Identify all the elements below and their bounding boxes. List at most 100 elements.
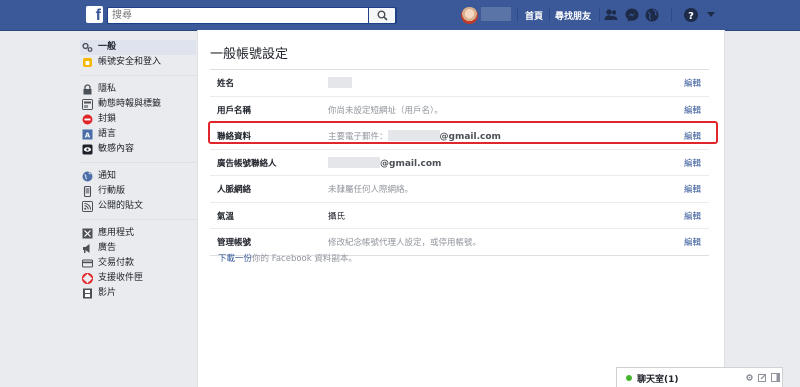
friend-requests-icon[interactable] bbox=[603, 7, 619, 23]
settings-row-networks[interactable]: 人脈網絡 未隸屬任何人際網絡。 編輯 bbox=[210, 176, 709, 203]
sidebar-item-label: 敏感內容 bbox=[98, 144, 135, 154]
mobile-icon bbox=[83, 186, 92, 197]
sidebar-item-privacy[interactable]: 隱私 bbox=[80, 82, 196, 97]
email-prefix: 主要電子郵件： bbox=[328, 132, 388, 142]
sidebar-item-general[interactable]: 一般 bbox=[80, 40, 196, 55]
online-status-dot bbox=[626, 375, 632, 381]
sidebar-item-label: 帳號安全和登入 bbox=[98, 57, 162, 67]
help-icon[interactable]: ? bbox=[683, 7, 699, 23]
sidebar-item-sensitive-content[interactable]: 敏感內容 bbox=[80, 142, 196, 157]
eye-icon bbox=[82, 144, 93, 155]
search-button[interactable] bbox=[368, 7, 396, 24]
row-label: 人脈網絡 bbox=[217, 185, 252, 195]
caret-down-icon[interactable] bbox=[706, 9, 716, 19]
nav-divider bbox=[599, 8, 600, 22]
email-redacted bbox=[328, 156, 380, 168]
email-domain: @gmail.com bbox=[439, 132, 501, 142]
general-settings-panel: 一般帳號設定 姓名 編輯 用戶名稱 你尚未設定短網址（用戶名）。 編輯 聯絡資料… bbox=[197, 30, 725, 387]
page-title: 一般帳號設定 bbox=[210, 47, 289, 62]
settings-row-ad-account-contact[interactable]: 廣告帳號聯絡人 @gmail.com 編輯 bbox=[210, 150, 709, 176]
row-value: @gmail.com bbox=[328, 156, 441, 169]
row-value: 修改紀念帳號代理人設定，或停用帳號。 bbox=[328, 238, 482, 248]
timeline-icon bbox=[82, 99, 93, 110]
sidebar-item-label: 廣告 bbox=[98, 243, 117, 253]
find-friends-link[interactable]: 尋找朋友 bbox=[555, 9, 591, 22]
globe-notifications-icon[interactable] bbox=[644, 7, 660, 23]
sidebar-divider bbox=[80, 219, 196, 220]
sidebar-item-blocking[interactable]: 封鎖 bbox=[80, 112, 196, 127]
sidebar-item-label: 行動版 bbox=[98, 186, 126, 196]
row-label: 氣溫 bbox=[217, 211, 235, 222]
edit-link[interactable]: 編輯 bbox=[684, 77, 701, 89]
compose-icon[interactable] bbox=[758, 373, 767, 382]
ads-icon bbox=[83, 244, 90, 253]
sidebar-item-label: 應用程式 bbox=[98, 228, 135, 238]
gear-icon[interactable] bbox=[745, 373, 754, 382]
search-input[interactable] bbox=[108, 8, 372, 23]
sidebar-divider bbox=[80, 162, 196, 163]
sidebar-item-label: 支援收件匣 bbox=[98, 273, 144, 283]
download-copy-link[interactable]: 下載一份 bbox=[218, 254, 252, 264]
edit-link[interactable]: 編輯 bbox=[684, 210, 701, 222]
sidebar-item-videos[interactable]: 影片 bbox=[80, 286, 196, 301]
settings-sidebar: 一般 帳號安全和登入 隱私 動態時報與標籤 封鎖 A 語言 敏感內容 通知 行動… bbox=[80, 40, 196, 301]
sidebar-item-payments[interactable]: 交易付款 bbox=[80, 256, 196, 271]
svg-text:?: ? bbox=[688, 11, 694, 22]
sidebar-item-label: 影片 bbox=[98, 288, 117, 298]
top-bar: f 首頁 尋找朋友 ? bbox=[0, 0, 800, 31]
row-value: 攝氏 bbox=[328, 211, 346, 222]
row-value: 主要電子郵件： @gmail.com bbox=[328, 130, 501, 142]
edit-link[interactable]: 編輯 bbox=[684, 130, 701, 142]
profile-name-redacted[interactable] bbox=[481, 7, 511, 21]
sidebar-item-apps[interactable]: 應用程式 bbox=[80, 226, 196, 241]
sidebar-item-ads[interactable]: 廣告 bbox=[80, 241, 196, 256]
settings-row-temperature[interactable]: 氣溫 攝氏 編輯 bbox=[210, 203, 709, 229]
row-value: 你尚未設定短網址（用戶名）。 bbox=[328, 105, 443, 116]
nav-divider bbox=[517, 8, 518, 22]
sidebar-item-public-posts[interactable]: 公開的貼文 bbox=[80, 199, 196, 214]
svg-text:A: A bbox=[85, 132, 91, 140]
row-label: 姓名 bbox=[217, 79, 235, 89]
avatar[interactable] bbox=[461, 7, 478, 24]
settings-row-username[interactable]: 用戶名稱 你尚未設定短網址（用戶名）。 編輯 bbox=[210, 97, 709, 123]
shield-icon bbox=[83, 58, 92, 67]
sidebar-item-label: 公開的貼文 bbox=[98, 201, 144, 211]
film-icon bbox=[83, 288, 92, 299]
payments-icon bbox=[82, 259, 93, 268]
edit-link[interactable]: 編輯 bbox=[684, 104, 701, 116]
sidebar-item-timeline-tagging[interactable]: 動態時報與標籤 bbox=[80, 97, 196, 112]
row-label: 用戶名稱 bbox=[217, 105, 252, 116]
chat-label: 聊天室(1) bbox=[637, 375, 679, 385]
apps-icon bbox=[82, 228, 93, 239]
sidebar-item-label: 通知 bbox=[98, 171, 117, 181]
sidebar-item-label: 封鎖 bbox=[98, 114, 117, 124]
search-icon bbox=[377, 10, 388, 21]
row-label: 管理帳號 bbox=[217, 238, 252, 248]
messenger-icon[interactable] bbox=[624, 7, 640, 23]
sidebar-item-label: 語言 bbox=[98, 129, 117, 139]
edit-link[interactable]: 編輯 bbox=[684, 157, 701, 169]
email-redacted bbox=[387, 130, 440, 141]
lock-icon bbox=[83, 84, 92, 95]
download-data-text: 下載一份你的 Facebook 資料副本。 bbox=[218, 252, 357, 264]
sidebar-toggle-icon[interactable] bbox=[771, 373, 780, 382]
sidebar-item-language[interactable]: A 語言 bbox=[80, 127, 196, 142]
edit-link[interactable]: 編輯 bbox=[684, 183, 701, 195]
settings-row-contact[interactable]: 聯絡資料 主要電子郵件： @gmail.com 編輯 bbox=[210, 123, 709, 150]
settings-row-name[interactable]: 姓名 編輯 bbox=[210, 70, 709, 97]
lifebuoy-icon bbox=[82, 273, 93, 284]
sidebar-item-label: 隱私 bbox=[98, 84, 117, 94]
sidebar-item-support-inbox[interactable]: 支援收件匣 bbox=[80, 271, 196, 286]
home-link[interactable]: 首頁 bbox=[525, 9, 543, 22]
globe-icon bbox=[82, 171, 93, 182]
sidebar-item-mobile[interactable]: 行動版 bbox=[80, 184, 196, 199]
edit-link[interactable]: 編輯 bbox=[684, 236, 701, 248]
sidebar-item-label: 一般 bbox=[98, 42, 117, 52]
sidebar-item-notifications[interactable]: 通知 bbox=[80, 169, 196, 184]
facebook-f-icon[interactable]: f bbox=[86, 6, 103, 24]
rss-icon bbox=[82, 201, 93, 212]
row-label: 聯絡資料 bbox=[217, 132, 252, 142]
chat-bar[interactable]: 聊天室(1) bbox=[616, 367, 783, 387]
sidebar-item-security[interactable]: 帳號安全和登入 bbox=[80, 55, 196, 70]
gear-icon bbox=[82, 42, 93, 52]
